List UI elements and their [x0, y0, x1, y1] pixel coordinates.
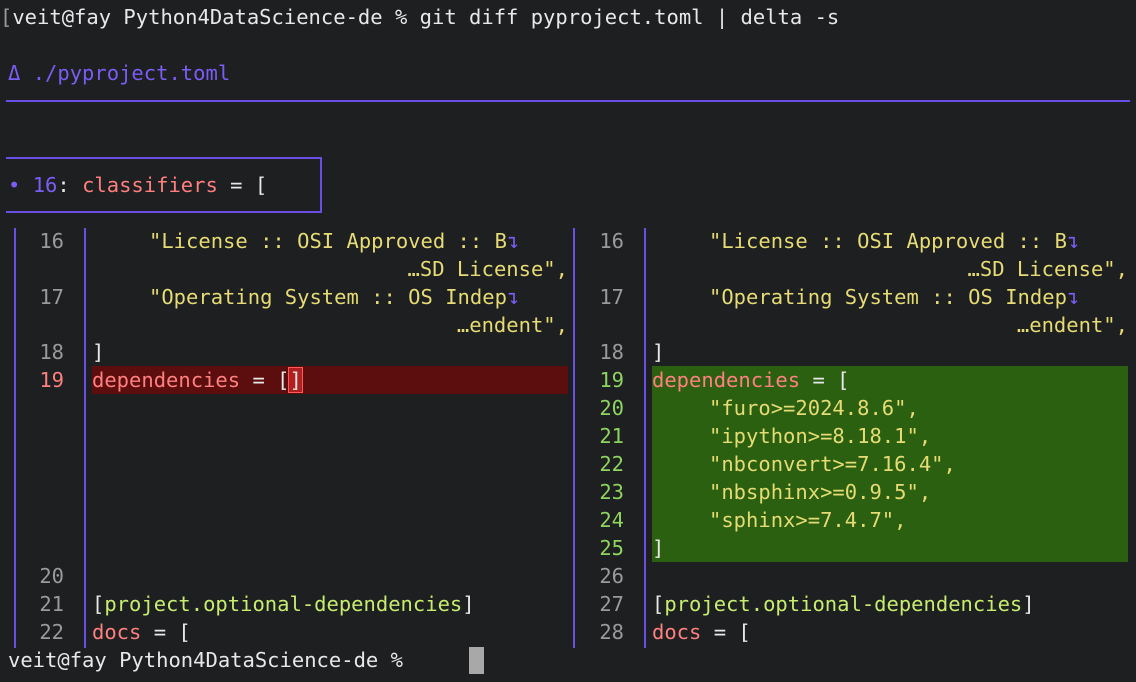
- line-number: 17: [39, 285, 64, 309]
- file-header-rule: [6, 100, 1130, 102]
- line-number: 26: [599, 564, 624, 588]
- code-line: "License :: OSI Approved :: B↴: [149, 229, 520, 253]
- terminal-cursor[interactable]: [469, 647, 484, 674]
- code-line-continued: …SD License",: [407, 257, 568, 281]
- added-line-number: 22: [599, 452, 624, 476]
- added-code-line: "nbsphinx>=0.9.5",: [709, 480, 932, 504]
- code-line-continued: …SD License",: [967, 257, 1128, 281]
- code-line: ]: [92, 340, 105, 364]
- final-prompt: veit@fay Python4DataScience-de %: [8, 648, 416, 672]
- code-line: docs = [: [652, 620, 751, 644]
- hunk-rest: = [: [217, 173, 268, 197]
- hunk-line-number: 16: [32, 173, 58, 197]
- removed-token: ]: [288, 367, 303, 393]
- code-line-continued: …endent",: [1016, 313, 1128, 337]
- added-line-number: 21: [599, 424, 624, 448]
- added-code-line: "furo>=2024.8.6",: [709, 396, 919, 420]
- left-gutter-border: [84, 228, 86, 648]
- code-line: ]: [652, 340, 665, 364]
- code-line: docs = [: [92, 620, 191, 644]
- added-code-line: "nbconvert>=7.16.4",: [709, 452, 956, 476]
- file-path: ./pyproject.toml: [32, 61, 231, 85]
- deleted-line-number: 19: [39, 368, 64, 392]
- line-number: 20: [39, 564, 64, 588]
- hunk-function: classifiers: [82, 173, 218, 197]
- added-line-number: 23: [599, 480, 624, 504]
- added-code-line: dependencies = [: [652, 368, 850, 392]
- code-line-continued: …endent",: [456, 313, 568, 337]
- line-number: 18: [39, 340, 64, 364]
- wrap-icon: ↴: [1066, 229, 1080, 253]
- added-code-line: "ipython>=8.18.1",: [709, 424, 932, 448]
- prompt: veit@fay Python4DataScience-de %: [12, 5, 420, 29]
- added-line-number: 19: [599, 368, 624, 392]
- code-line: "License :: OSI Approved :: B↴: [709, 229, 1080, 253]
- wrap-icon: ↴: [1066, 285, 1080, 309]
- right-gutter-border: [644, 228, 646, 648]
- command-line: [veit@fay Python4DataScience-de % git di…: [0, 5, 840, 29]
- added-code-line: "sphinx>=7.4.7",: [709, 508, 907, 532]
- wrap-icon: ↴: [506, 285, 520, 309]
- line-number: 21: [39, 592, 64, 616]
- code-line: [project.optional-dependencies]: [652, 592, 1035, 616]
- added-code-line: ]: [652, 536, 665, 560]
- line-number: 22: [39, 620, 64, 644]
- line-number: 16: [39, 229, 64, 253]
- added-line-number: 24: [599, 508, 624, 532]
- diff-file-header: Δ ./pyproject.toml: [8, 59, 230, 87]
- hunk-sep: :: [57, 173, 83, 197]
- line-number: 17: [599, 285, 624, 309]
- added-line-number: 20: [599, 396, 624, 420]
- line-number: 27: [599, 592, 624, 616]
- code-line: [project.optional-dependencies]: [92, 592, 475, 616]
- line-number: 18: [599, 340, 624, 364]
- delta-icon: Δ: [8, 61, 21, 85]
- bullet-icon: •: [8, 173, 21, 197]
- deleted-code-line: dependencies = []: [92, 367, 303, 393]
- code-line: "Operating System :: OS Indep↴: [149, 285, 520, 309]
- wrap-icon: ↴: [506, 229, 520, 253]
- added-line-number: 25: [599, 536, 624, 560]
- hunk-header: • 16: classifiers = [: [8, 171, 267, 199]
- code-line: "Operating System :: OS Indep↴: [709, 285, 1080, 309]
- line-number: 28: [599, 620, 624, 644]
- terminal-window[interactable]: [veit@fay Python4DataScience-de % git di…: [0, 0, 1136, 682]
- command-text: git diff pyproject.toml | delta -s: [419, 5, 840, 29]
- line-number: 16: [599, 229, 624, 253]
